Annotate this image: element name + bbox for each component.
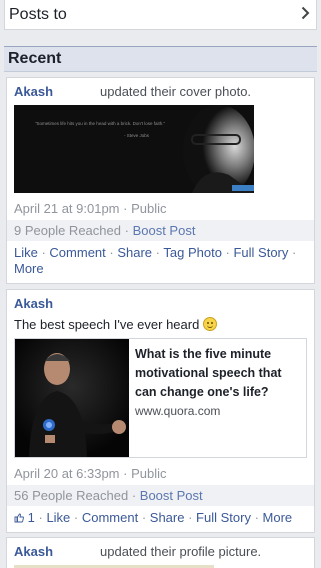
cover-quote-text: "Sometimes life hits you in the head wit… bbox=[34, 121, 166, 126]
people-reached: 56 People Reached bbox=[14, 488, 129, 503]
post-timestamp[interactable]: April 21 at 9:01pm bbox=[14, 201, 120, 216]
section-title: Recent bbox=[8, 50, 62, 67]
cover-quote-author: - Steve Jobs bbox=[124, 133, 150, 138]
post-actions: Like · Comment · Share · Tag Photo · Ful… bbox=[14, 245, 297, 276]
link-title: What is the five minute motivational spe… bbox=[135, 347, 282, 399]
like-count[interactable]: 1 bbox=[14, 510, 38, 525]
share-link[interactable]: Share bbox=[117, 245, 152, 260]
post-card: Akash updated their cover photo. "Someti bbox=[6, 77, 315, 284]
full-story-link[interactable]: Full Story bbox=[233, 245, 288, 260]
share-link[interactable]: Share bbox=[150, 510, 185, 525]
post-card: Akash updated their profile picture. bbox=[6, 537, 315, 568]
more-link[interactable]: More bbox=[14, 261, 44, 276]
like-link[interactable]: Like bbox=[46, 510, 70, 525]
smiley-emoji-icon bbox=[202, 317, 217, 331]
post-author[interactable]: Akash bbox=[14, 84, 100, 99]
full-story-link[interactable]: Full Story bbox=[196, 510, 251, 525]
post-author[interactable]: Akash bbox=[14, 544, 100, 559]
posts-to-row[interactable]: Posts to bbox=[4, 0, 317, 30]
comment-link[interactable]: Comment bbox=[82, 510, 138, 525]
post-action: updated their profile picture. bbox=[100, 544, 262, 559]
comment-link[interactable]: Comment bbox=[49, 245, 105, 260]
post-status-text: The best speech I've ever heard bbox=[14, 317, 200, 332]
link-host: www.quora.com bbox=[135, 404, 221, 418]
like-count-value[interactable]: 1 bbox=[28, 510, 35, 525]
post-action: updated their cover photo. bbox=[100, 84, 252, 99]
boost-post-link[interactable]: Boost Post bbox=[140, 488, 203, 503]
post-privacy: Public bbox=[131, 466, 167, 481]
thumbs-up-icon bbox=[14, 511, 24, 523]
post-card: Akash The best speech I've ever heard Wh… bbox=[6, 289, 315, 533]
posts-to-label: Posts to bbox=[9, 5, 67, 23]
post-timestamp[interactable]: April 20 at 6:33pm bbox=[14, 466, 120, 481]
post-privacy: Public bbox=[131, 201, 167, 216]
link-thumbnail bbox=[15, 339, 129, 457]
post-author[interactable]: Akash bbox=[14, 296, 53, 311]
cover-photo[interactable]: "Sometimes life hits you in the head wit… bbox=[14, 105, 254, 193]
chevron-right-icon bbox=[301, 6, 310, 23]
boost-post-link[interactable]: Boost Post bbox=[133, 223, 196, 238]
like-link[interactable]: Like bbox=[14, 245, 38, 260]
post-actions: 1 · Like · Comment · Share · Full Story … bbox=[7, 506, 314, 532]
shared-link-card[interactable]: What is the five minute motivational spe… bbox=[14, 338, 307, 458]
more-link[interactable]: More bbox=[263, 510, 293, 525]
section-header: Recent bbox=[4, 46, 317, 72]
people-reached: 9 People Reached bbox=[14, 223, 121, 238]
tag-photo-link[interactable]: Tag Photo bbox=[163, 245, 222, 260]
